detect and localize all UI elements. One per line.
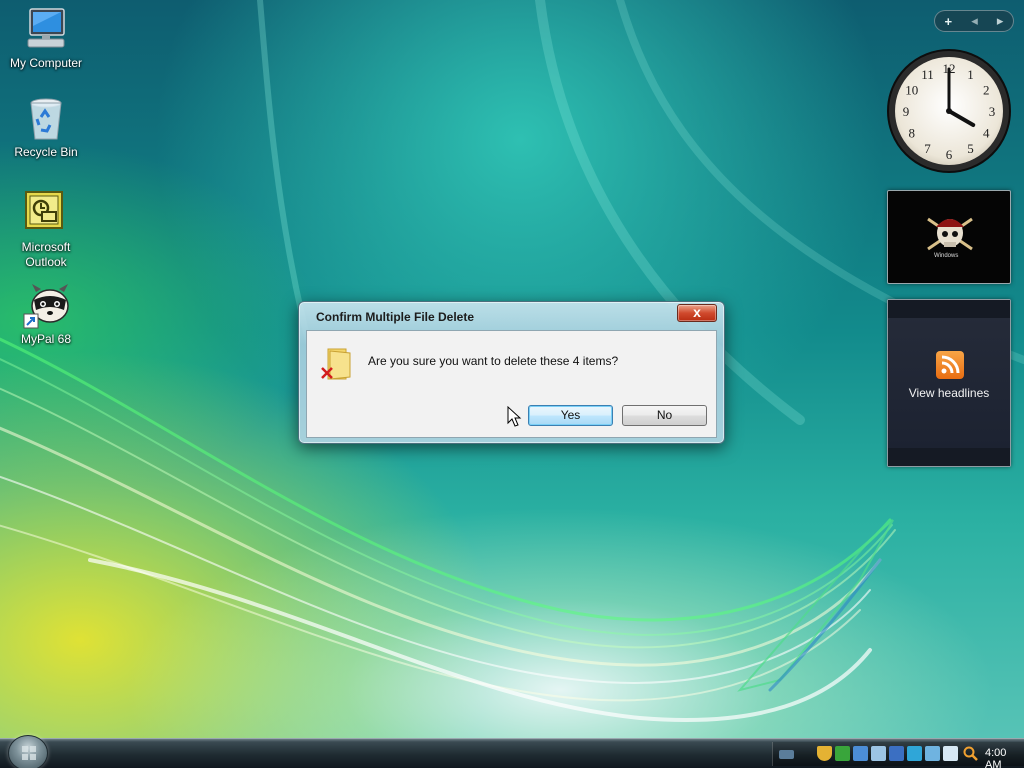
desktop-icon-label: Microsoft Outlook — [21, 240, 71, 269]
confirmation-message: Are you sure you want to delete these 4 … — [368, 354, 619, 368]
desktop-icon-recycle-bin[interactable]: Recycle Bin — [0, 95, 92, 160]
clock-number: 10 — [905, 83, 918, 98]
add-gadget-button[interactable]: + — [945, 14, 953, 29]
desktop-icon-microsoft-outlook[interactable]: Microsoft Outlook — [0, 190, 92, 270]
security-shield-icon[interactable] — [817, 746, 832, 761]
messenger-icon[interactable] — [925, 746, 940, 761]
clock-number: 5 — [967, 141, 974, 156]
network-icon[interactable] — [853, 746, 868, 761]
desktop-icon-label: Recycle Bin — [14, 145, 78, 159]
close-button[interactable]: x — [677, 304, 717, 322]
notes-icon[interactable] — [907, 746, 922, 761]
clock-number: 6 — [946, 147, 953, 162]
dialog-title: Confirm Multiple File Delete — [316, 310, 475, 324]
clock-number: 2 — [983, 83, 990, 98]
clock-number: 9 — [903, 104, 910, 119]
next-page-button[interactable]: ▸ — [997, 13, 1004, 29]
outlook-icon — [22, 190, 70, 238]
feed-headlines-gadget[interactable]: View headlines — [887, 299, 1011, 467]
clock-number: 11 — [921, 67, 934, 82]
windows-logo-icon — [22, 746, 36, 760]
windows-watermark: Windows — [934, 253, 959, 259]
media-icon[interactable] — [889, 746, 904, 761]
pirate-skull-icon — [927, 217, 973, 251]
display-icon[interactable] — [943, 746, 958, 761]
folder-delete-icon — [321, 348, 351, 380]
taskbar: 4:00 AM — [0, 735, 1024, 768]
clock-number: 1 — [967, 67, 974, 82]
recycle-bin-icon — [22, 95, 70, 143]
taskbar-clock[interactable]: 4:00 AM — [985, 747, 1024, 768]
volume-icon[interactable] — [871, 746, 886, 761]
system-tray: 4:00 AM — [772, 742, 1024, 768]
slideshow-gadget[interactable]: Windows — [887, 190, 1011, 284]
start-button[interactable] — [8, 735, 48, 768]
clock-gadget[interactable]: 121234567891011 — [886, 48, 1012, 174]
rss-feed-icon — [936, 351, 964, 379]
antivirus-icon[interactable] — [835, 746, 850, 761]
desktop-icon-label: My Computer — [9, 56, 83, 70]
no-button[interactable]: No — [622, 405, 707, 426]
clock-number: 4 — [983, 126, 990, 141]
clock-number: 8 — [909, 126, 916, 141]
computer-icon — [22, 6, 70, 54]
sidebar-controls: + ◂ ▸ — [934, 10, 1014, 32]
clock-number: 3 — [989, 104, 996, 119]
previous-page-button[interactable]: ◂ — [971, 13, 978, 29]
desktop-icon-mypal-68[interactable]: MyPal 68 — [0, 282, 92, 347]
yes-button[interactable]: Yes — [528, 405, 613, 426]
keyboard-icon[interactable] — [779, 750, 794, 759]
clock-number: 7 — [924, 141, 931, 156]
mouse-pointer-icon — [507, 406, 522, 427]
view-headlines-link[interactable]: View headlines — [888, 386, 1010, 400]
search-icon[interactable] — [963, 746, 978, 761]
desktop-icon-label: MyPal 68 — [20, 332, 72, 346]
desktop-icon-my-computer[interactable]: My Computer — [0, 6, 92, 71]
mypal-raccoon-icon — [22, 282, 70, 330]
